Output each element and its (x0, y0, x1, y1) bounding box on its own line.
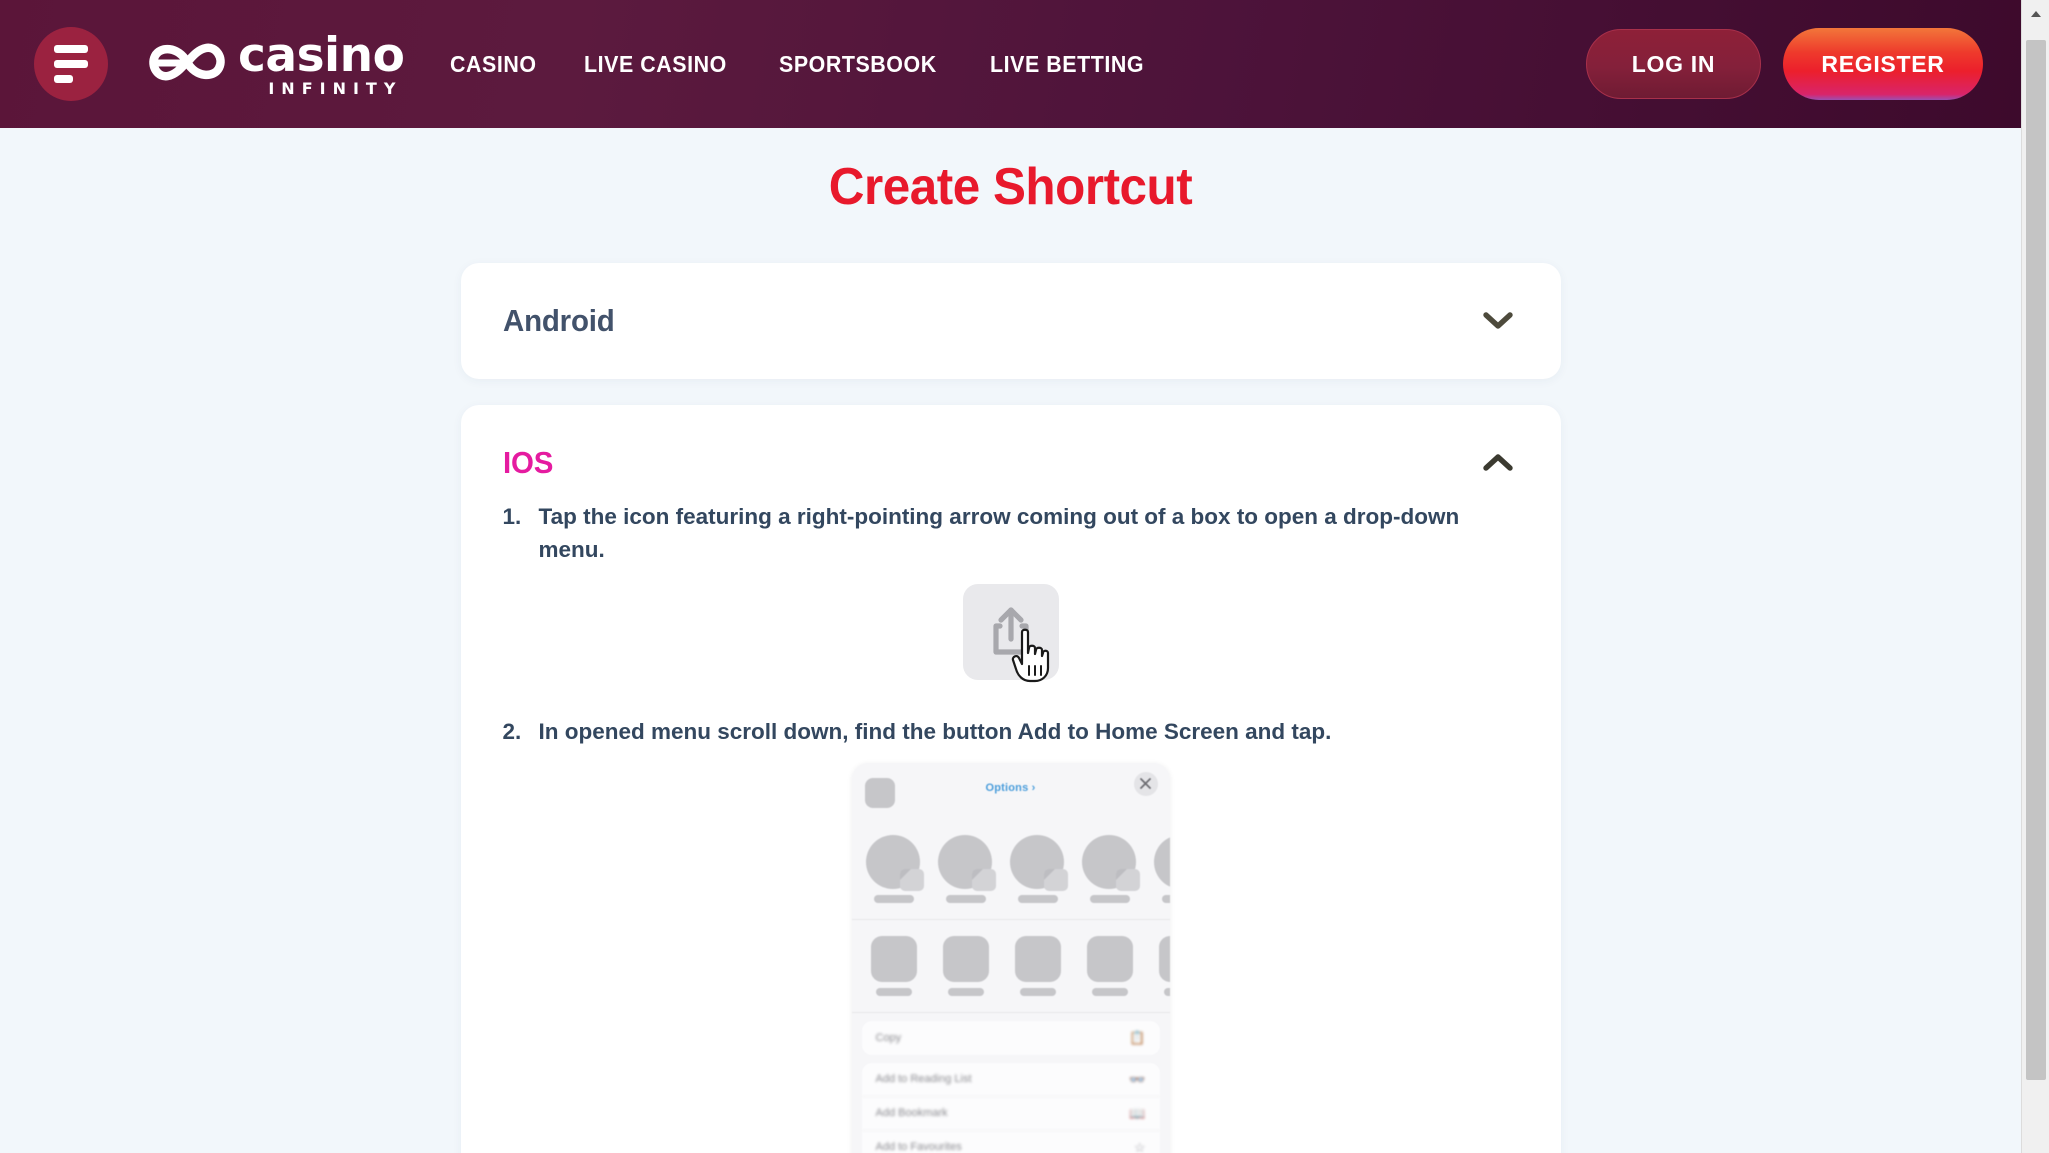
share-sheet-group-2: Add to Reading List 👓 Add Bookmark 📖 Add… (861, 1062, 1160, 1153)
contact-item[interactable] (1009, 834, 1068, 903)
contact-name-placeholder (1017, 894, 1058, 903)
scroll-thumb[interactable] (2026, 40, 2046, 1080)
share-sheet-group-1: Copy 📋 (861, 1020, 1160, 1055)
share-sheet-item-copy[interactable]: Copy 📋 (862, 1021, 1160, 1055)
main-content: Create Shortcut Android IOS Tap the icon… (0, 157, 2021, 1153)
app-name-placeholder (1091, 987, 1128, 996)
book-icon: 📖 (1129, 1105, 1146, 1121)
nav-item-sportsbook[interactable]: SPORTSBOOK (779, 51, 937, 78)
app-icon (942, 935, 989, 982)
hamburger-icon-bar-1 (54, 45, 88, 53)
app-icon (870, 935, 917, 982)
app-badge-icon (1043, 868, 1068, 891)
nav-item-live-betting[interactable]: LIVE BETTING (990, 51, 1144, 78)
share-sheet-item-add-favourites[interactable]: Add to Favourites ☆ (862, 1131, 1160, 1153)
app-icon (1158, 935, 1170, 982)
app-name-placeholder (875, 987, 912, 996)
accordion-header-ios[interactable]: IOS (461, 405, 1561, 501)
accordion-header-android[interactable]: Android (461, 263, 1561, 379)
scroll-up-arrow-icon[interactable] (2022, 0, 2049, 28)
hamburger-icon-bar-2 (54, 60, 88, 68)
accordion-body-ios: Tap the icon featuring a right-pointing … (461, 501, 1561, 1153)
share-sheet-item-add-bookmark[interactable]: Add Bookmark 📖 (861, 1097, 1160, 1131)
contact-item[interactable] (937, 834, 996, 903)
app-item[interactable] (1082, 935, 1138, 996)
ios-step-1-figure (503, 584, 1519, 683)
star-icon: ☆ (1133, 1139, 1146, 1153)
platform-accordion: Android IOS Tap the icon featuring a rig… (460, 217, 1561, 1153)
ios-step-2-text: In opened menu scroll down, find the but… (538, 719, 1332, 745)
contact-name-placeholder (945, 894, 986, 903)
chevron-up-icon[interactable] (1482, 454, 1513, 472)
site-header: casino INFINITY CASINO LIVE CASINO SPORT… (0, 0, 2021, 128)
accordion-section-android: Android (460, 263, 1561, 379)
header-actions: LOG IN REGISTER (1586, 28, 1993, 100)
hamburger-icon-bar-3 (54, 75, 73, 83)
accordion-title-ios: IOS (502, 445, 553, 480)
app-icon (1014, 935, 1061, 982)
share-sheet-item-label: Add Bookmark (875, 1107, 948, 1120)
share-sheet-contacts-row (851, 823, 1170, 920)
register-button[interactable]: REGISTER (1783, 28, 1983, 100)
avatar (1153, 834, 1170, 889)
share-sheet-header: Options › (851, 762, 1170, 823)
app-name-placeholder (1163, 987, 1170, 996)
options-link[interactable]: Options › (985, 782, 1035, 794)
share-sheet-item-label: Add to Reading List (875, 1073, 972, 1086)
ios-steps-list: Tap the icon featuring a right-pointing … (503, 501, 1519, 749)
contact-name-placeholder (1089, 894, 1130, 903)
contact-item[interactable] (865, 834, 924, 903)
app-badge-icon (1115, 868, 1140, 891)
page-title: Create Shortcut (828, 158, 1193, 216)
ios-share-sheet-figure: Options › Copy 📋 Add to Reading List 👓 A… (851, 762, 1170, 1153)
logo-wordmark: casino (238, 27, 405, 83)
browser-viewport: casino INFINITY CASINO LIVE CASINO SPORT… (0, 0, 2049, 1153)
contact-item[interactable] (1153, 834, 1170, 903)
browser-scrollbar[interactable] (2021, 0, 2049, 1153)
app-name-placeholder (1019, 987, 1056, 996)
app-item[interactable] (866, 935, 922, 996)
hamburger-menu-button[interactable] (34, 27, 108, 101)
pointing-hand-cursor-icon (1009, 626, 1055, 684)
accordion-section-ios: IOS Tap the icon featuring a right-point… (460, 405, 1561, 1153)
share-sheet-item-label: Add to Favourites (875, 1141, 962, 1153)
accordion-title-android: Android (502, 303, 615, 338)
login-button[interactable]: LOG IN (1586, 29, 1761, 99)
infinity-icon (144, 36, 230, 93)
site-logo[interactable]: casino INFINITY (144, 27, 405, 98)
ios-step-2: In opened menu scroll down, find the but… (503, 716, 1519, 749)
glasses-icon: 👓 (1129, 1071, 1146, 1087)
ios-step-1: Tap the icon featuring a right-pointing … (503, 501, 1519, 566)
page-thumbnail (864, 777, 895, 808)
app-icon (1086, 935, 1133, 982)
ios-step-1-text: Tap the icon featuring a right-pointing … (538, 504, 1460, 562)
contact-name-placeholder (873, 894, 914, 903)
contact-name-placeholder (1161, 894, 1170, 903)
app-badge-icon (971, 868, 996, 891)
share-sheet-action-list: Copy 📋 Add to Reading List 👓 Add Bookmar… (851, 1012, 1170, 1153)
page-content: casino INFINITY CASINO LIVE CASINO SPORT… (0, 0, 2021, 1153)
logo-subtext: INFINITY (268, 78, 403, 98)
copy-icon: 📋 (1129, 1030, 1146, 1046)
close-icon[interactable] (1133, 771, 1158, 796)
nav-item-casino[interactable]: CASINO (450, 51, 537, 78)
contact-item[interactable] (1081, 834, 1140, 903)
app-name-placeholder (947, 987, 984, 996)
share-sheet-item-label: Copy (875, 1031, 902, 1044)
main-navigation: CASINO LIVE CASINO SPORTSBOOK LIVE BETTI… (450, 51, 1155, 78)
app-item[interactable] (1154, 935, 1170, 996)
share-sheet-apps-row (851, 919, 1170, 1013)
app-item[interactable] (938, 935, 994, 996)
app-badge-icon (899, 868, 924, 891)
app-item[interactable] (1010, 935, 1066, 996)
chevron-down-icon[interactable] (1482, 312, 1513, 330)
share-sheet-item-reading-list[interactable]: Add to Reading List 👓 (861, 1063, 1160, 1097)
nav-item-live-casino[interactable]: LIVE CASINO (584, 51, 727, 78)
